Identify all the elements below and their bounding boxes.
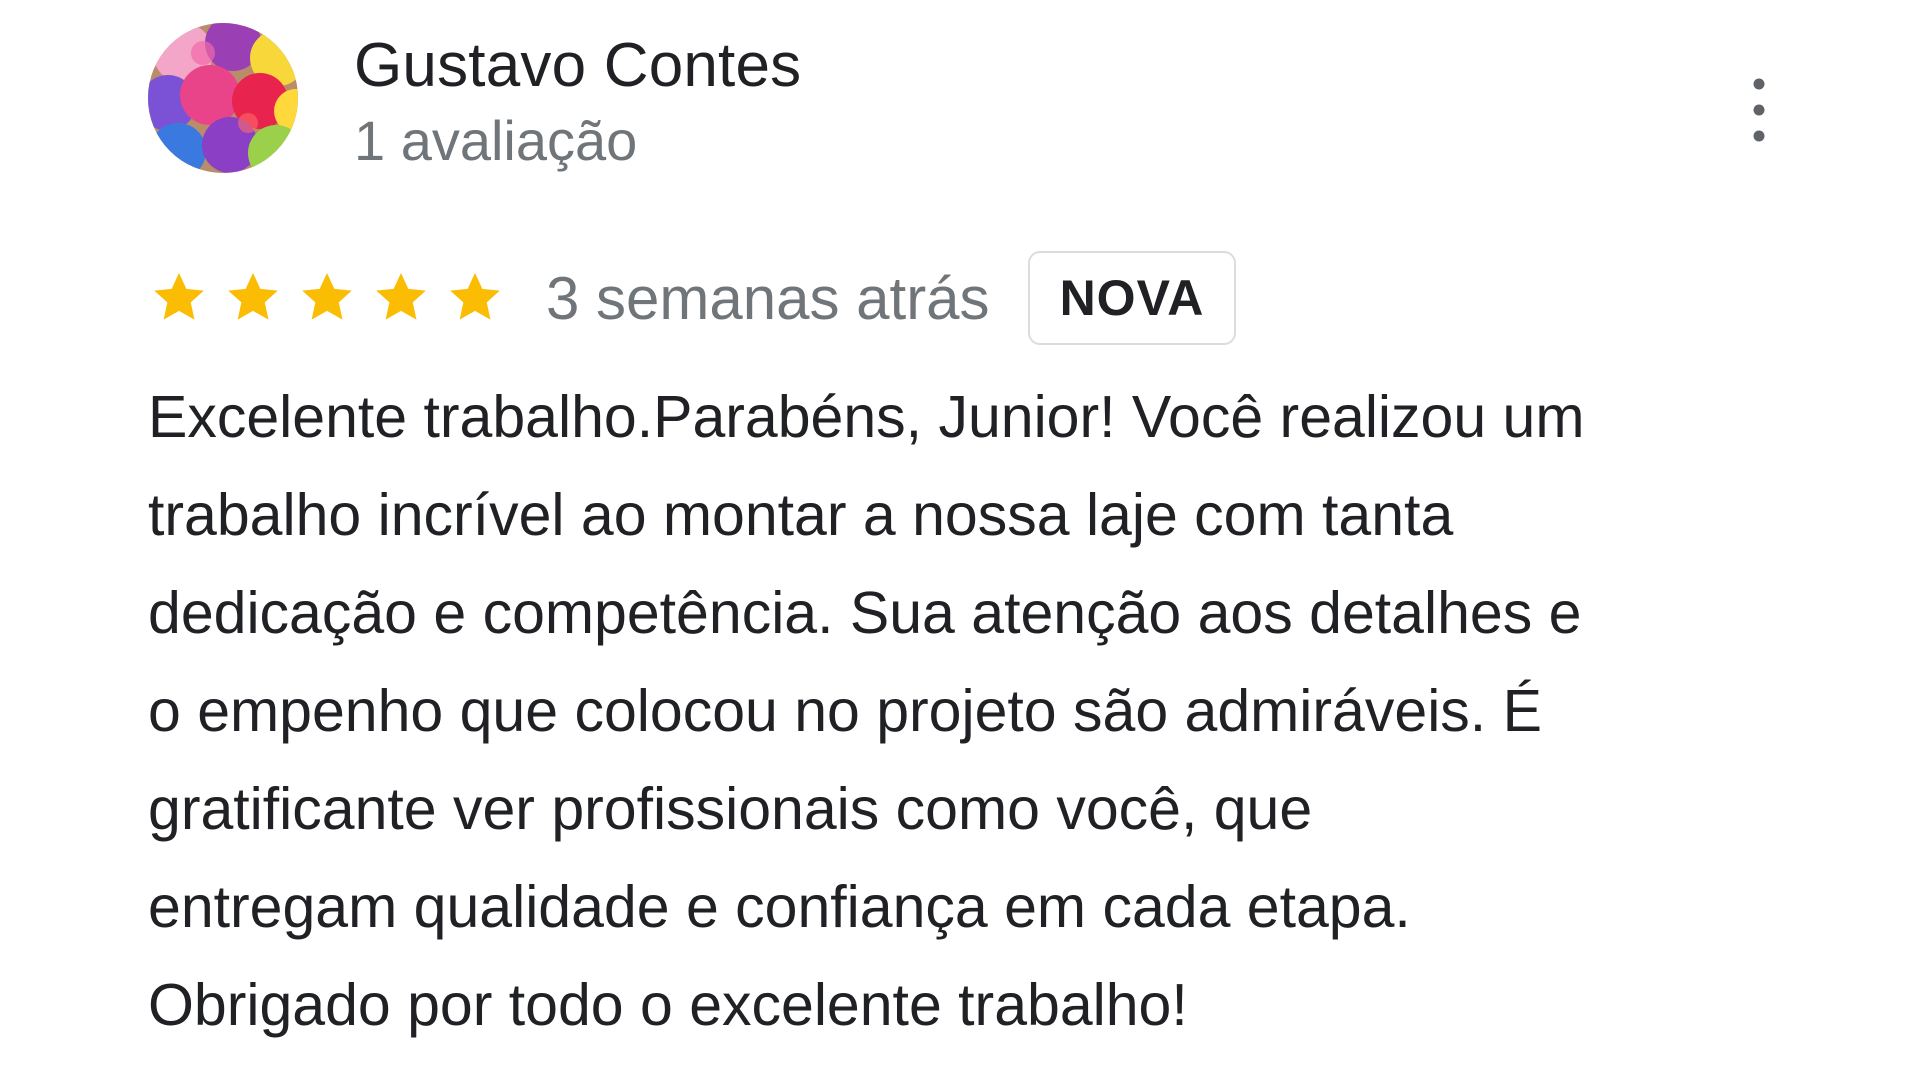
- star-icon: [450, 272, 500, 320]
- review-text-line: gratificante ver profissionais como você…: [148, 776, 1313, 842]
- review-text: Excelente trabalho.Parabéns, Junior! Voc…: [148, 368, 1788, 1054]
- rating-row: 3 semanas atrás NOVA: [148, 248, 1237, 348]
- reviewer-name[interactable]: Gustavo Contes: [354, 30, 801, 102]
- reviewer-avatar[interactable]: [148, 23, 298, 173]
- star-icon: [302, 272, 352, 320]
- review-text-line: dedicação e competência. Sua atenção aos…: [148, 580, 1582, 646]
- star-icon: [228, 272, 278, 320]
- review-date: 3 semanas atrás: [546, 264, 990, 332]
- review-text-line: Obrigado por todo o excelente trabalho!: [148, 972, 1188, 1038]
- more-options-button[interactable]: [1734, 70, 1784, 150]
- review-text-line: entregam qualidade e confiança em cada e…: [148, 874, 1411, 940]
- star-rating: [148, 267, 506, 329]
- star-icon: [376, 272, 426, 320]
- reviewer-review-count[interactable]: 1 avaliação: [354, 108, 801, 174]
- reviewer-info: Gustavo Contes 1 avaliação: [354, 30, 801, 174]
- review-text-line: Excelente trabalho.Parabéns, Junior! Voc…: [148, 384, 1585, 450]
- star-icon: [154, 272, 204, 320]
- more-vert-icon: [1753, 78, 1765, 142]
- yarn-balls-avatar-image: [148, 23, 298, 173]
- review-text-line: trabalho incrível ao montar a nossa laje…: [148, 482, 1454, 548]
- review-text-line: o empenho que colocou no projeto são adm…: [148, 678, 1542, 744]
- new-badge: NOVA: [1027, 251, 1237, 345]
- review-card: Gustavo Contes 1 avaliação 3 semanas atr…: [0, 0, 1920, 1080]
